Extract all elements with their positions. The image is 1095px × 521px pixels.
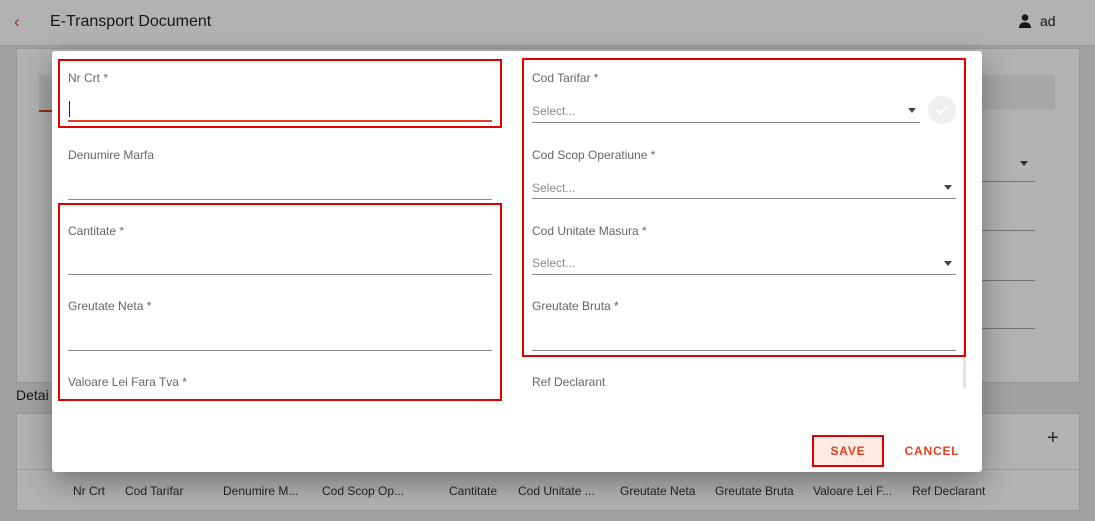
nr-crt-label: Nr Crt * [68,71,108,85]
valoare-lei-fara-tva-field[interactable]: Valoare Lei Fara Tva * [68,375,492,395]
chevron-down-icon[interactable] [944,261,952,266]
cod-unitate-masura-select[interactable]: Select... [532,256,575,270]
cod-tarifar-underline [532,122,920,123]
greutate-neta-field[interactable]: Greutate Neta * [68,299,492,351]
valoare-lei-fara-tva-label: Valoare Lei Fara Tva * [68,375,187,389]
text-cursor [69,101,70,117]
cantitate-underline [68,274,492,275]
denumire-marfa-label: Denumire Marfa [68,148,155,162]
form-scrollbar[interactable] [963,67,966,389]
cod-tarifar-field[interactable]: Cod Tarifar * Select... [532,71,956,124]
cantitate-field[interactable]: Cantitate * [68,224,492,276]
greutate-bruta-underline [532,350,956,351]
cod-scop-operatiune-field[interactable]: Cod Scop Operatiune * Select... [532,148,956,200]
check-icon[interactable] [928,96,956,124]
cod-scop-operatiune-select[interactable]: Select... [532,181,575,195]
denumire-marfa-field[interactable]: Denumire Marfa [68,148,492,200]
cod-unitate-masura-field[interactable]: Cod Unitate Masura * Select... [532,224,956,276]
chevron-down-icon[interactable] [944,185,952,190]
cod-scop-operatiune-label: Cod Scop Operatiune * [532,148,656,162]
greutate-bruta-field[interactable]: Greutate Bruta * [532,299,956,351]
nr-crt-underline [68,120,492,122]
cod-tarifar-label: Cod Tarifar * [532,71,599,85]
cod-scop-operatiune-underline [532,198,956,199]
cod-unitate-masura-underline [532,274,956,275]
cod-unitate-masura-label: Cod Unitate Masura * [532,224,647,238]
checkmark-glyph [936,105,948,115]
ref-declarant-label: Ref Declarant [532,375,606,389]
add-item-dialog: Nr Crt * Denumire Marfa Cantitate * Greu… [52,51,982,472]
cod-tarifar-select[interactable]: Select... [532,104,575,118]
nr-crt-field[interactable]: Nr Crt * [68,71,492,123]
save-button[interactable]: SAVE [812,435,884,467]
ref-declarant-field[interactable]: Ref Declarant [532,375,956,395]
denumire-marfa-underline [68,199,492,200]
greutate-neta-label: Greutate Neta * [68,299,152,313]
chevron-down-icon[interactable] [908,108,916,113]
cantitate-label: Cantitate * [68,224,125,238]
cancel-button[interactable]: CANCEL [899,435,965,467]
greutate-neta-underline [68,350,492,351]
greutate-bruta-label: Greutate Bruta * [532,299,619,313]
